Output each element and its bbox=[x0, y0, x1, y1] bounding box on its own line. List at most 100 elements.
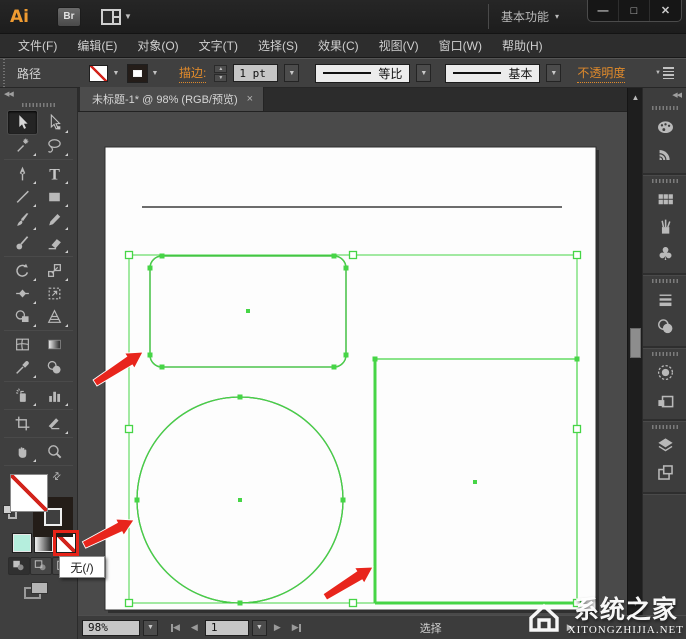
screen-mode-button[interactable] bbox=[24, 582, 52, 602]
stroke-weight-field[interactable]: 1 pt bbox=[233, 64, 279, 82]
menu-w[interactable]: 窗口(W) bbox=[429, 34, 492, 57]
chevron-down-icon[interactable]: ▼ bbox=[110, 65, 122, 82]
zoom-dropdown[interactable]: ▼ bbox=[143, 619, 158, 636]
menu-h[interactable]: 帮助(H) bbox=[492, 34, 553, 57]
chevron-down-icon[interactable]: ▼ bbox=[149, 65, 161, 82]
dock-gripper[interactable] bbox=[651, 352, 678, 356]
tool-zoom[interactable] bbox=[40, 440, 69, 463]
draw-behind-button[interactable] bbox=[30, 557, 52, 575]
tool-width[interactable] bbox=[8, 282, 37, 305]
panel-button-graphic-styles[interactable] bbox=[643, 386, 686, 413]
stepper-down-icon[interactable]: ▼ bbox=[214, 73, 228, 82]
anchor-point[interactable] bbox=[237, 600, 243, 606]
brush-dropdown[interactable]: ▼ bbox=[546, 64, 562, 82]
tool-line-segment[interactable] bbox=[8, 185, 37, 208]
swap-fill-stroke-icon[interactable]: ⇄ bbox=[50, 470, 64, 484]
anchor-point[interactable] bbox=[331, 364, 337, 370]
tool-artboard[interactable] bbox=[8, 412, 37, 435]
canvas[interactable] bbox=[78, 112, 627, 615]
control-panel-menu-button[interactable]: ▼ bbox=[655, 67, 680, 79]
width-profile-dropdown[interactable]: ▼ bbox=[416, 64, 432, 82]
document-tab[interactable]: 未标题-1* @ 98% (RGB/预览) × bbox=[80, 87, 265, 111]
close-button[interactable]: ✕ bbox=[650, 0, 681, 21]
menu-s[interactable]: 选择(S) bbox=[248, 34, 308, 57]
tool-pencil[interactable] bbox=[40, 208, 69, 231]
last-artboard-button[interactable]: ▶ bbox=[288, 622, 305, 633]
previous-artboard-button[interactable]: ◀ bbox=[187, 622, 202, 633]
panel-button-artboards[interactable] bbox=[643, 459, 686, 486]
anchor-point[interactable] bbox=[372, 356, 378, 362]
tool-type[interactable] bbox=[40, 162, 69, 185]
tool-perspective-grid[interactable] bbox=[40, 305, 69, 328]
tool-blob-brush[interactable] bbox=[8, 231, 37, 254]
tool-slice[interactable] bbox=[40, 412, 69, 435]
anchor-point[interactable] bbox=[147, 265, 153, 271]
tool-lasso[interactable] bbox=[40, 134, 69, 157]
collapse-panel-icon[interactable]: ◀◀ bbox=[4, 90, 14, 98]
panel-button-stroke[interactable] bbox=[643, 286, 686, 313]
tool-eyedropper[interactable] bbox=[8, 356, 37, 379]
none-button[interactable] bbox=[53, 530, 79, 556]
first-artboard-button[interactable]: ◀ bbox=[167, 622, 184, 633]
anchor-point[interactable] bbox=[147, 352, 153, 358]
dock-gripper[interactable] bbox=[651, 425, 678, 429]
dock-gripper[interactable] bbox=[651, 106, 678, 110]
panel-button-swatches[interactable] bbox=[643, 186, 686, 213]
dock-gripper[interactable] bbox=[651, 279, 678, 283]
tool-scale[interactable] bbox=[40, 259, 69, 282]
draw-normal-button[interactable] bbox=[8, 557, 30, 575]
menu-v[interactable]: 视图(V) bbox=[369, 34, 429, 57]
menu-f[interactable]: 文件(F) bbox=[8, 34, 67, 57]
tool-eraser[interactable] bbox=[40, 231, 69, 254]
arrange-documents-button[interactable]: ▼ bbox=[100, 8, 132, 25]
minimize-button[interactable]: — bbox=[588, 0, 619, 21]
tool-mesh[interactable] bbox=[8, 333, 37, 356]
tool-gradient[interactable] bbox=[40, 333, 69, 356]
maximize-button[interactable]: □ bbox=[619, 0, 650, 21]
tool-rotate[interactable] bbox=[8, 259, 37, 282]
color-button[interactable] bbox=[12, 533, 32, 553]
scroll-up-icon[interactable]: ▲ bbox=[628, 90, 643, 105]
tool-blend[interactable] bbox=[40, 356, 69, 379]
opacity-panel-link[interactable]: 不透明度 bbox=[577, 64, 626, 83]
anchor-point[interactable] bbox=[343, 352, 349, 358]
close-tab-icon[interactable]: × bbox=[247, 93, 253, 105]
anchor-point[interactable] bbox=[159, 364, 165, 370]
fill-color-control[interactable]: ▼ bbox=[89, 64, 122, 82]
anchor-point[interactable] bbox=[159, 253, 165, 259]
selection-handle[interactable] bbox=[124, 250, 134, 260]
control-bar-gripper[interactable] bbox=[0, 59, 7, 87]
tool-magic-wand[interactable] bbox=[8, 134, 37, 157]
selection-handle[interactable] bbox=[124, 598, 134, 608]
anchor-point[interactable] bbox=[574, 356, 580, 362]
tool-hand[interactable] bbox=[8, 440, 37, 463]
vertical-scrollbar[interactable]: ▲ ▼ bbox=[627, 88, 642, 639]
artboard[interactable] bbox=[104, 146, 597, 611]
selection-handle[interactable] bbox=[572, 424, 582, 434]
selection-handle[interactable] bbox=[348, 598, 358, 608]
brush-definition-field[interactable]: 基本 bbox=[445, 63, 541, 83]
tool-paintbrush[interactable] bbox=[8, 208, 37, 231]
next-artboard-button[interactable]: ▶ bbox=[270, 622, 285, 633]
stroke-weight-dropdown[interactable]: ▼ bbox=[284, 64, 300, 82]
panel-button-brushes[interactable] bbox=[643, 213, 686, 240]
tool-column-graph[interactable] bbox=[40, 384, 69, 407]
menu-c[interactable]: 效果(C) bbox=[308, 34, 369, 57]
menu-e[interactable]: 编辑(E) bbox=[67, 34, 127, 57]
tool-pen[interactable] bbox=[8, 162, 37, 185]
menu-t[interactable]: 文字(T) bbox=[189, 34, 248, 57]
workspace-switcher[interactable]: 基本功能 ▾ bbox=[487, 4, 573, 29]
artboard-dropdown[interactable]: ▼ bbox=[251, 619, 267, 636]
anchor-point[interactable] bbox=[331, 253, 337, 259]
anchor-point[interactable] bbox=[343, 265, 349, 271]
selection-handle[interactable] bbox=[572, 250, 582, 260]
stroke-panel-link[interactable]: 描边: bbox=[179, 64, 207, 83]
tools-panel-gripper[interactable] bbox=[21, 103, 56, 107]
variable-width-profile-field[interactable]: 等比 bbox=[315, 63, 411, 83]
selection-handle[interactable] bbox=[124, 424, 134, 434]
stepper-up-icon[interactable]: ▲ bbox=[214, 64, 228, 73]
anchor-point[interactable] bbox=[237, 394, 243, 400]
stroke-weight-stepper[interactable]: ▲ ▼ bbox=[214, 64, 228, 82]
tool-shape-builder[interactable] bbox=[8, 305, 37, 328]
dock-gripper[interactable] bbox=[651, 179, 678, 183]
